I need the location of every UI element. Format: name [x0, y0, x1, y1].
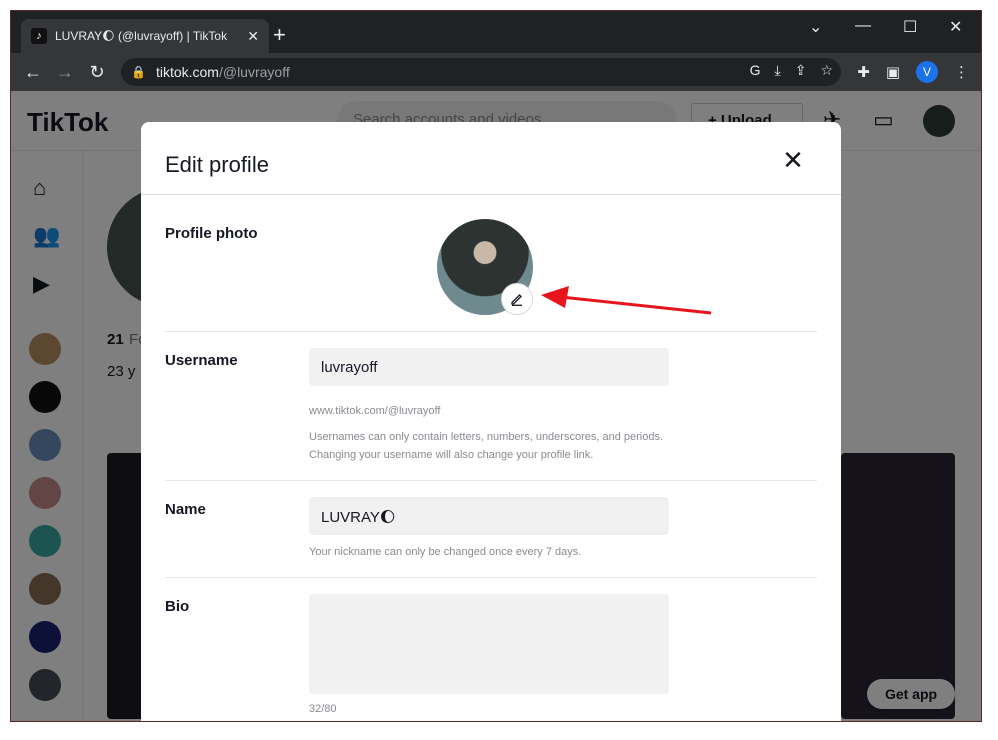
pencil-icon	[511, 294, 522, 306]
browser-window: ♪ LUVRAY🌔 (@luvrayoff) | TikTok ✕ + ⌄ — …	[10, 10, 982, 722]
maximize-icon[interactable]: ☐	[903, 17, 917, 37]
username-section: Username luvrayoff www.tiktok.com/@luvra…	[165, 332, 817, 481]
tab-strip: ♪ LUVRAY🌔 (@luvrayoff) | TikTok ✕ + ⌄ — …	[11, 11, 981, 53]
browser-toolbar: ← → ↻ 🔒 tiktok.com /@luvrayoff G ⤓ ⇪ ☆	[11, 53, 981, 91]
tiktok-favicon-icon: ♪	[31, 28, 47, 44]
lock-icon[interactable]: 🔒	[131, 65, 146, 79]
url-host: tiktok.com	[155, 64, 219, 80]
modal-header: Edit profile ✕	[141, 122, 841, 195]
edit-photo-button[interactable]	[501, 283, 533, 315]
back-arrow-icon[interactable]: ←	[17, 62, 49, 83]
url-path: /@luvrayoff	[218, 64, 290, 80]
edit-profile-modal: Edit profile ✕ Profile photo Username lu…	[141, 122, 841, 721]
modal-title: Edit profile	[165, 152, 269, 177]
install-app-icon[interactable]: ⤓	[775, 62, 781, 79]
profile-photo-label: Profile photo	[165, 225, 258, 242]
username-hint: Usernames can only contain letters, numb…	[309, 431, 664, 461]
tab-search-chevron-icon[interactable]: ⌄	[809, 17, 822, 37]
bookmark-star-icon[interactable]: ☆	[820, 62, 833, 79]
username-label: Username	[165, 352, 238, 369]
tab-title: LUVRAY🌔 (@luvrayoff) | TikTok	[55, 29, 228, 43]
forward-arrow-icon[interactable]: →	[49, 62, 81, 83]
tab-close-icon[interactable]: ✕	[247, 28, 259, 45]
google-icon[interactable]: G	[750, 62, 761, 79]
browser-tab[interactable]: ♪ LUVRAY🌔 (@luvrayoff) | TikTok ✕	[21, 19, 269, 53]
bio-textarea[interactable]	[309, 594, 669, 694]
browser-profile-avatar[interactable]: V	[916, 61, 938, 83]
minimize-icon[interactable]: —	[855, 17, 871, 35]
new-tab-icon[interactable]: +	[273, 23, 286, 47]
address-bar[interactable]: 🔒 tiktok.com /@luvrayoff G ⤓ ⇪ ☆	[121, 58, 841, 86]
username-input[interactable]: luvrayoff	[309, 348, 669, 386]
bio-label: Bio	[165, 598, 190, 615]
reload-icon[interactable]: ↻	[81, 62, 113, 83]
extensions-puzzle-icon[interactable]: ✚	[857, 63, 870, 81]
share-icon[interactable]: ⇪	[795, 62, 807, 79]
name-section: Name LUVRAY🌔 Your nickname can only be c…	[165, 481, 817, 578]
name-input[interactable]: LUVRAY🌔	[309, 497, 669, 535]
name-hint: Your nickname can only be changed once e…	[309, 546, 582, 558]
close-icon[interactable]: ✕	[781, 147, 805, 173]
name-label: Name	[165, 501, 206, 518]
window-close-icon[interactable]: ✕	[949, 17, 962, 37]
annotation-arrow-icon	[541, 286, 712, 315]
username-url: www.tiktok.com/@luvrayoff	[309, 405, 441, 417]
side-panel-icon[interactable]: ▣	[886, 63, 900, 81]
browser-menu-icon[interactable]: ⋮	[954, 63, 969, 81]
bio-section: Bio 32/80	[165, 578, 817, 721]
bio-counter: 32/80	[309, 703, 337, 715]
